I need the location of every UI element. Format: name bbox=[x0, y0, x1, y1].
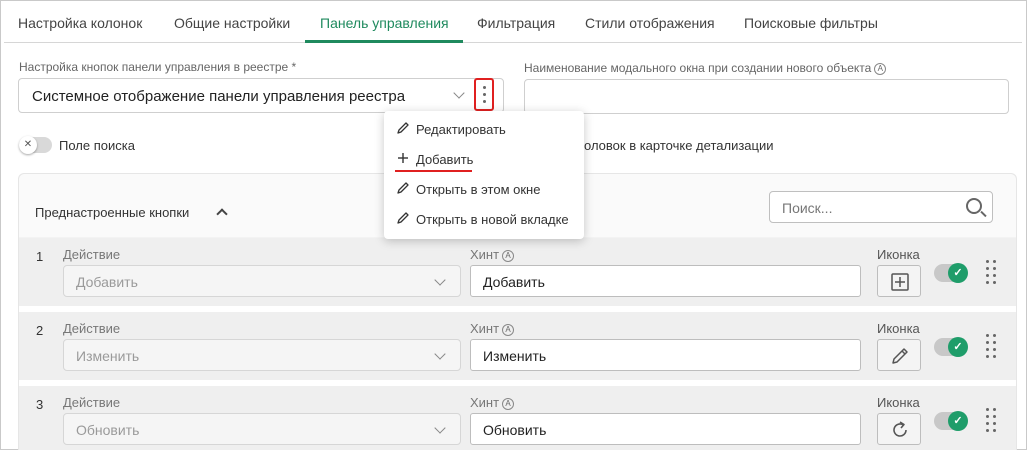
plus-square-icon bbox=[891, 273, 909, 291]
close-icon: ✕ bbox=[19, 136, 37, 154]
pencil-icon bbox=[396, 181, 412, 198]
icon-label: Иконка bbox=[877, 321, 920, 336]
tab-general[interactable]: Общие настройки bbox=[174, 15, 290, 31]
refresh-icon bbox=[893, 421, 907, 437]
tab-control-panel[interactable]: Панель управления bbox=[320, 15, 449, 31]
chevron-down-icon bbox=[434, 422, 446, 434]
action-select: Добавить bbox=[63, 265, 461, 297]
drag-handle-icon[interactable] bbox=[985, 334, 997, 358]
menu-item-open-here[interactable]: Открыть в этом окне bbox=[396, 181, 540, 203]
menu-item-label: Открыть в этом окне bbox=[416, 182, 541, 198]
pencil-icon bbox=[396, 211, 412, 228]
hint-label: Хинт A bbox=[470, 247, 515, 262]
detail-header-label: оловок в карточке детализации bbox=[584, 138, 774, 153]
icon-label: Иконка bbox=[877, 395, 920, 410]
hint-input[interactable]: Добавить bbox=[470, 265, 861, 297]
auto-icon: A bbox=[502, 397, 515, 410]
auto-icon: A bbox=[874, 62, 887, 75]
hint-label: Хинт A bbox=[470, 395, 515, 410]
icon-label: Иконка bbox=[877, 247, 920, 262]
active-tab-indicator bbox=[305, 40, 463, 43]
icon-picker-button[interactable] bbox=[877, 339, 921, 371]
hint-label: Хинт A bbox=[470, 321, 515, 336]
drag-handle-icon[interactable] bbox=[985, 260, 997, 284]
menu-item-label: Редактировать bbox=[416, 122, 506, 138]
row-number: 2 bbox=[36, 323, 44, 338]
search-placeholder: Поиск... bbox=[782, 200, 833, 216]
action-value: Изменить bbox=[76, 348, 140, 364]
icon-picker-button[interactable] bbox=[877, 413, 921, 445]
action-select: Изменить bbox=[63, 339, 461, 371]
check-icon: ✓ bbox=[948, 411, 968, 431]
action-label: Действие bbox=[63, 247, 121, 262]
more-options-button[interactable] bbox=[474, 78, 494, 111]
row-number: 1 bbox=[36, 249, 44, 264]
tab-search-filters[interactable]: Поисковые фильтры bbox=[744, 15, 878, 31]
chevron-down-icon bbox=[434, 274, 446, 286]
chevron-down-icon bbox=[453, 87, 465, 99]
hint-value: Изменить bbox=[483, 348, 547, 364]
pencil-icon bbox=[396, 121, 412, 138]
menu-item-label: Открыть в новой вкладке bbox=[416, 212, 569, 228]
drag-handle-icon[interactable] bbox=[985, 408, 997, 432]
registry-buttons-select[interactable]: Системное отображение панели управления … bbox=[18, 78, 504, 113]
menu-item-label: Добавить bbox=[416, 152, 474, 168]
auto-icon: A bbox=[502, 249, 515, 262]
check-icon: ✓ bbox=[948, 337, 968, 357]
table-row: 3 Действие Обновить Хинт A Обновить Иконк… bbox=[19, 386, 1016, 450]
search-icon[interactable] bbox=[966, 198, 982, 214]
icon-picker-button[interactable] bbox=[877, 265, 921, 297]
modal-name-input[interactable] bbox=[524, 79, 1009, 114]
action-label: Действие bbox=[63, 395, 121, 410]
hint-input[interactable]: Изменить bbox=[470, 339, 861, 371]
more-options-menu: Редактировать Добавить Открыть в этом ок… bbox=[384, 111, 584, 239]
chevron-down-icon bbox=[434, 348, 446, 360]
auto-icon: A bbox=[502, 323, 515, 336]
registry-buttons-label: Настройка кнопок панели управления в рее… bbox=[19, 60, 297, 74]
tab-bar: Настройка колонок Общие настройки Панель… bbox=[4, 0, 1022, 43]
row-enabled-toggle[interactable]: ✓ bbox=[934, 337, 968, 357]
pencil-icon bbox=[892, 348, 908, 364]
action-label: Действие bbox=[63, 321, 121, 336]
tab-filtering[interactable]: Фильтрация bbox=[477, 15, 555, 31]
menu-item-edit[interactable]: Редактировать bbox=[396, 121, 506, 143]
registry-buttons-value: Системное отображение панели управления … bbox=[32, 88, 406, 105]
tab-display-styles[interactable]: Стили отображения bbox=[585, 15, 715, 31]
action-select: Обновить bbox=[63, 413, 461, 445]
hint-value: Обновить bbox=[483, 422, 547, 438]
highlight-underline bbox=[395, 170, 472, 172]
search-input[interactable]: Поиск... bbox=[769, 191, 993, 223]
table-row: 1 Действие Добавить Хинт A Добавить Иконк… bbox=[19, 238, 1016, 306]
tab-columns[interactable]: Настройка колонок bbox=[18, 15, 142, 31]
menu-item-open-new-tab[interactable]: Открыть в новой вкладке bbox=[396, 211, 569, 233]
action-value: Добавить bbox=[76, 274, 138, 290]
action-value: Обновить bbox=[76, 422, 140, 438]
table-row: 2 Действие Изменить Хинт A Изменить Иконк… bbox=[19, 312, 1016, 380]
chevron-up-icon[interactable] bbox=[216, 208, 228, 220]
hint-input[interactable]: Обновить bbox=[470, 413, 861, 445]
row-number: 3 bbox=[36, 397, 44, 412]
row-enabled-toggle[interactable]: ✓ bbox=[934, 411, 968, 431]
modal-name-label: Наименование модального окна при создани… bbox=[524, 61, 887, 75]
search-field-toggle[interactable]: ✕ bbox=[19, 136, 52, 154]
hint-value: Добавить bbox=[483, 274, 545, 290]
panel-title: Преднастроенные кнопки bbox=[35, 205, 190, 220]
row-enabled-toggle[interactable]: ✓ bbox=[934, 263, 968, 283]
plus-icon bbox=[396, 151, 412, 168]
search-field-label: Поле поиска bbox=[59, 138, 135, 153]
check-icon: ✓ bbox=[948, 263, 968, 283]
